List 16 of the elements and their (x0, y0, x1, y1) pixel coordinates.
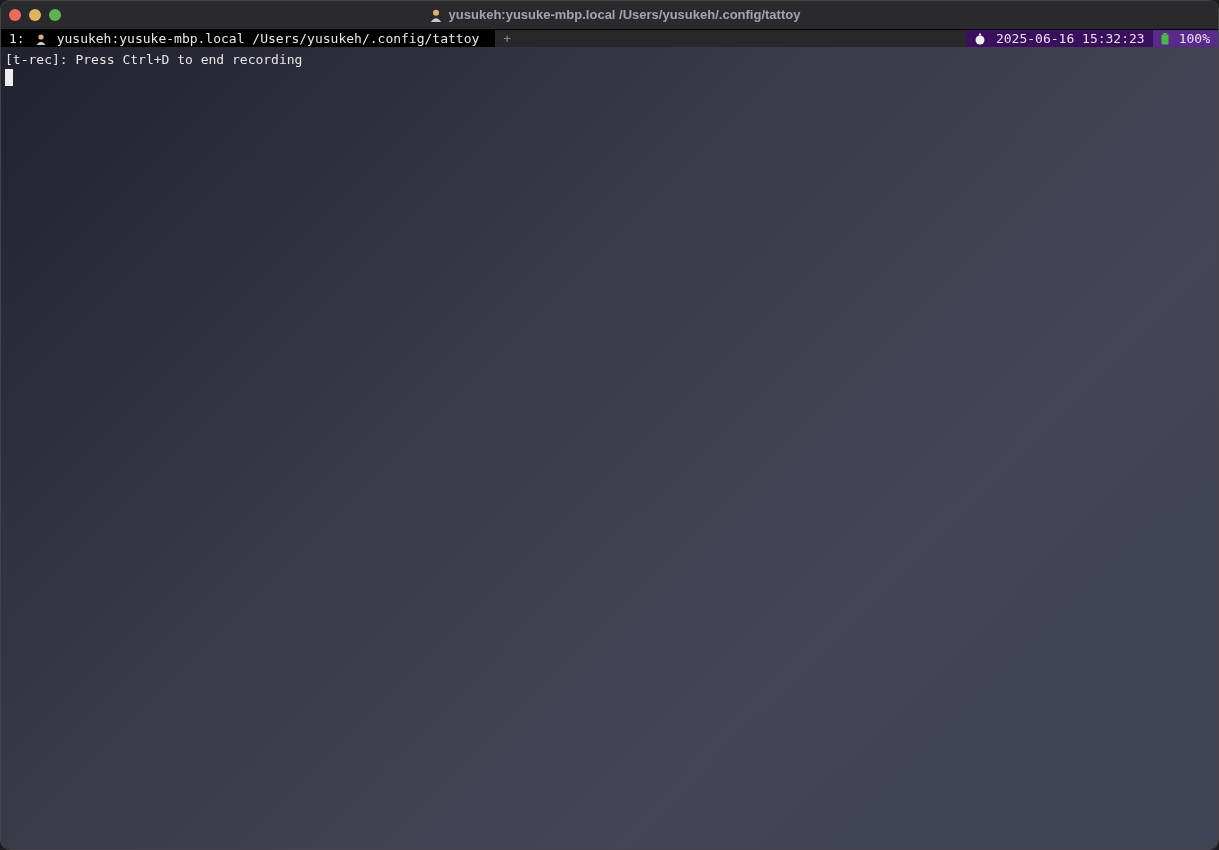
new-tab-button[interactable]: + (503, 28, 512, 49)
minimize-button[interactable] (29, 9, 41, 21)
stopwatch-icon (973, 32, 986, 45)
person-icon (34, 32, 47, 45)
status-battery: 100% (1178, 29, 1210, 48)
text-cursor (5, 69, 13, 86)
window-title: yusukeh:yusuke-mbp.local /Users/yusukeh/.config/tattoy (448, 6, 801, 25)
battery-icon (1160, 32, 1169, 45)
tab-title: yusukeh:yusuke-mbp.local /Users/yusukeh/.config/tattoy (56, 29, 481, 48)
tab[interactable]: 1: yusukeh:yusuke-mbp.local /Users/yusukeh/.config/tattoy (1, 30, 496, 47)
status-datetime: 2025-06-16 15:32:23 (995, 29, 1145, 48)
person-icon (428, 8, 443, 22)
terminal-line: [t-rec]: Press Ctrl+D to end recording (5, 51, 304, 68)
zoom-button[interactable] (49, 9, 61, 21)
tab-index: 1: (9, 29, 25, 48)
close-button[interactable] (9, 9, 21, 21)
